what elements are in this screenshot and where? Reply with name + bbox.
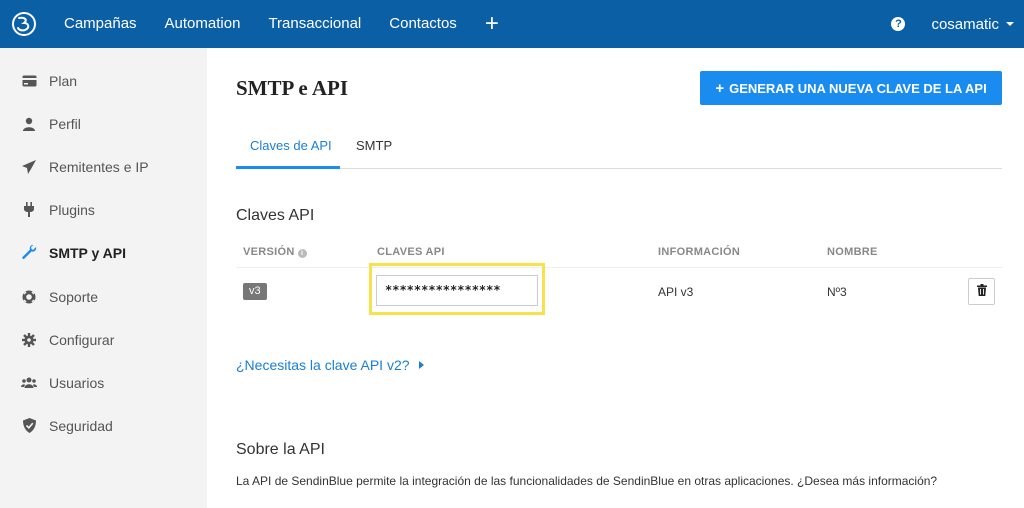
api-v2-link[interactable]: ¿Necesitas la clave API v2?: [236, 357, 424, 373]
sidebar-item-label: Remitentes e IP: [49, 158, 149, 175]
sidebar-item-label: Plan: [49, 72, 78, 89]
plug-icon: [21, 202, 37, 218]
card-icon: [21, 73, 37, 89]
users-icon: [21, 375, 37, 391]
nav-automation[interactable]: Automation: [151, 0, 255, 48]
tab-smtp[interactable]: SMTP: [356, 138, 392, 153]
plus-icon: +: [715, 79, 725, 97]
sidebar-item-label: SMTP y API: [49, 244, 127, 261]
sidebar: Plan Perfil Remitentes e IP Plugins SMTP…: [0, 48, 207, 508]
sidebar-item-label: Usuarios: [49, 374, 105, 391]
generate-api-key-label: GENERAR UNA NUEVA CLAVE DE LA API: [729, 80, 987, 96]
tab-bar: Claves de API SMTP: [236, 128, 1002, 169]
sidebar-item-support[interactable]: Soporte: [0, 275, 207, 318]
delete-key-button[interactable]: [968, 278, 995, 305]
nav-transactional[interactable]: Transaccional: [254, 0, 375, 48]
column-header-info: INFORMACIÓN: [658, 246, 741, 258]
sidebar-item-smtp-api[interactable]: SMTP y API: [0, 231, 207, 274]
top-right-area: ? cosamatic: [891, 0, 1014, 48]
sidebar-item-senders[interactable]: Remitentes e IP: [0, 145, 207, 188]
top-navbar: Campañas Automation Transaccional Contac…: [0, 0, 1024, 48]
column-header-version: VERSIÓN i: [243, 246, 307, 258]
sidebar-item-configure[interactable]: Configurar: [0, 318, 207, 361]
version-badge: v3: [243, 283, 267, 300]
caret-down-icon: [1006, 22, 1014, 26]
main-nav: Campañas Automation Transaccional Contac…: [48, 0, 513, 48]
info-icon[interactable]: i: [297, 249, 307, 258]
sidebar-item-label: Perfil: [49, 115, 81, 132]
trash-icon: [976, 283, 987, 301]
sidebar-item-users[interactable]: Usuarios: [0, 361, 207, 404]
api-keys-section-title: Claves API: [236, 207, 315, 224]
add-icon[interactable]: +: [471, 0, 513, 48]
user-menu[interactable]: cosamatic: [931, 16, 1014, 33]
generate-api-key-button[interactable]: + GENERAR UNA NUEVA CLAVE DE LA API: [700, 71, 1002, 105]
help-icon[interactable]: ?: [891, 17, 906, 31]
sidebar-item-plan[interactable]: Plan: [0, 59, 207, 102]
nav-campaigns[interactable]: Campañas: [48, 0, 151, 48]
shield-icon: [21, 418, 37, 434]
user-icon: [21, 116, 37, 132]
triangle-right-icon: [418, 361, 424, 369]
page-title: SMTP e API: [236, 76, 349, 100]
about-api-title: Sobre la API: [236, 441, 325, 458]
sendinblue-logo-icon[interactable]: [0, 0, 48, 48]
tab-api-keys[interactable]: Claves de API: [250, 138, 332, 153]
key-info-cell: API v3: [658, 285, 694, 299]
about-api-text: La API de SendinBlue permite la integrac…: [236, 474, 938, 488]
life-ring-icon: [21, 289, 37, 305]
sidebar-item-label: Plugins: [49, 201, 95, 218]
table-header-divider: [236, 267, 1002, 268]
sidebar-item-security[interactable]: Seguridad: [0, 404, 207, 447]
gear-icon: [21, 332, 37, 348]
column-header-api-keys: CLAVES API: [377, 246, 445, 258]
key-name-cell: Nº3: [827, 285, 847, 299]
active-tab-indicator: [236, 166, 340, 169]
sidebar-item-plugins[interactable]: Plugins: [0, 188, 207, 231]
sidebar-item-profile[interactable]: Perfil: [0, 102, 207, 145]
sidebar-item-label: Soporte: [49, 288, 99, 305]
sidebar-item-label: Configurar: [49, 331, 115, 348]
user-name: cosamatic: [931, 15, 999, 33]
api-v2-link-label: ¿Necesitas la clave API v2?: [236, 357, 410, 373]
column-header-name: NOMBRE: [827, 246, 878, 258]
paper-plane-icon: [21, 159, 37, 175]
api-key-field[interactable]: ****************: [376, 275, 538, 306]
wrench-icon: [21, 245, 37, 261]
sidebar-item-label: Seguridad: [49, 417, 113, 434]
nav-contacts[interactable]: Contactos: [375, 0, 471, 48]
